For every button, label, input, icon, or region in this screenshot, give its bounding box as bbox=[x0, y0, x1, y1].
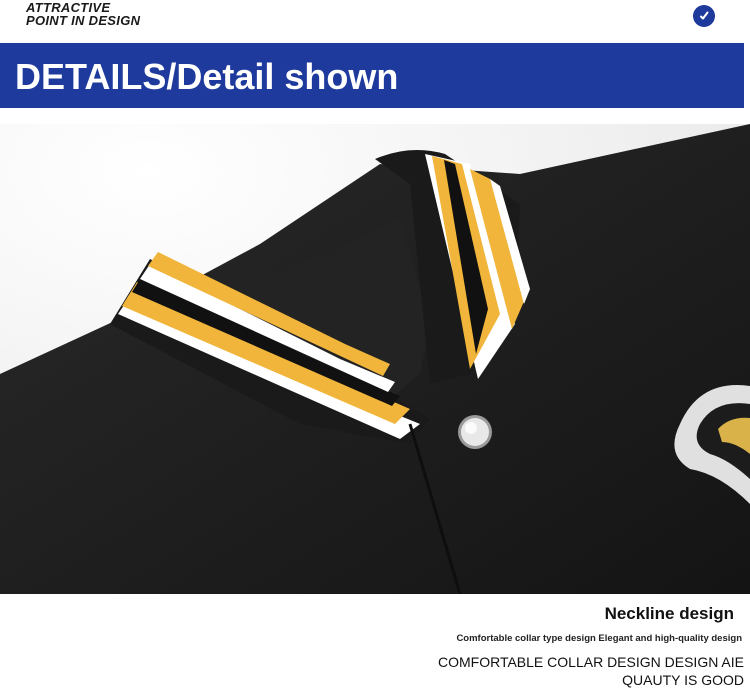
caption-body: COMFORTABLE COLLAR DESIGN DESIGN AIE QUA… bbox=[438, 654, 744, 688]
caption-subtitle: Comfortable collar type design Elegant a… bbox=[456, 633, 742, 644]
caption-title: Neckline design bbox=[604, 604, 734, 623]
tagline: ATTRACTIVE POINT IN DESIGN bbox=[26, 1, 140, 27]
product-photo bbox=[0, 124, 750, 594]
snap-button bbox=[458, 415, 492, 449]
tagline-line-2: POINT IN DESIGN bbox=[26, 13, 141, 28]
section-banner: DETAILS/Detail shown bbox=[0, 43, 744, 108]
checkmark-icon bbox=[693, 5, 715, 27]
banner-title: DETAILS/Detail shown bbox=[15, 56, 399, 97]
